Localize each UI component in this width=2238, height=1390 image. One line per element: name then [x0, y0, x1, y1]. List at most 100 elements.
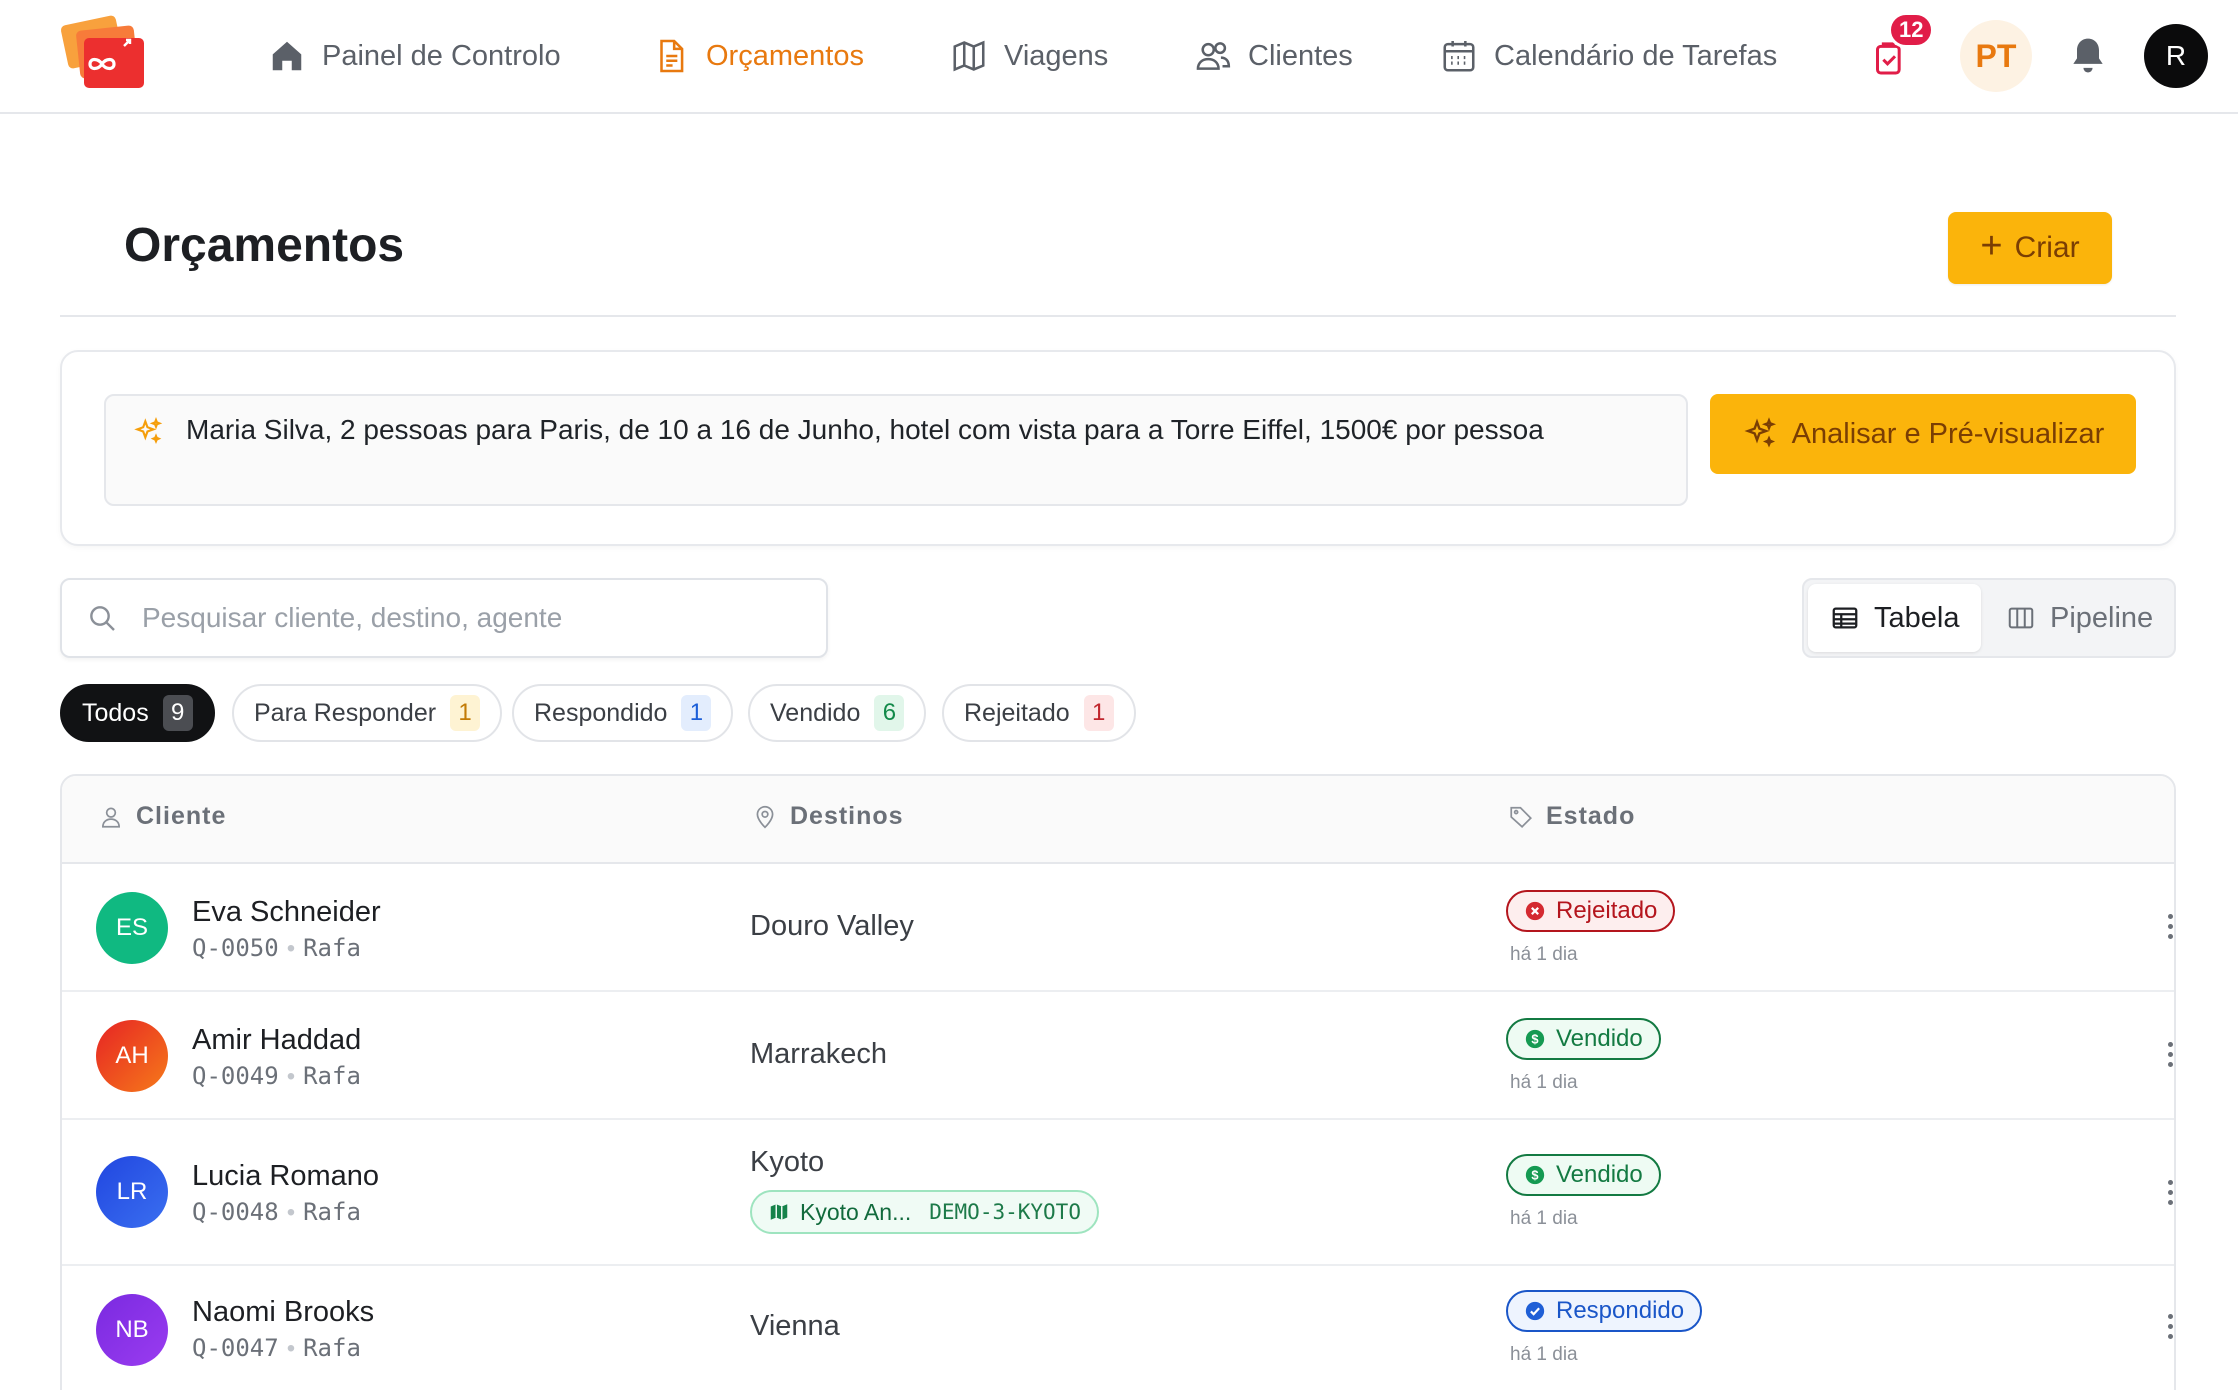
trip-label: Kyoto An... — [800, 1198, 912, 1225]
table-row[interactable]: AH Amir Haddad Q-0049 • Rafa Marrakech $ V… — [62, 992, 2174, 1120]
quote-meta: Q-0047 • Rafa — [192, 1334, 361, 1362]
analyze-preview-button[interactable]: Analisar e Pré-visualizar — [1710, 394, 2136, 474]
filter-vendido[interactable]: Vendido 6 — [748, 684, 927, 742]
create-button-label: Criar — [2014, 231, 2080, 264]
quotes-table: Cliente Destinos Estado ES Eva Schneider… — [60, 774, 2176, 1390]
agent-name: Rafa — [303, 1062, 361, 1090]
client-name[interactable]: Eva Schneider — [192, 896, 381, 929]
trip-code: DEMO-3-KYOTO — [929, 1200, 1081, 1224]
nav-painel-de-controlo[interactable]: Painel de Controlo — [268, 30, 561, 82]
header-divider — [60, 315, 2176, 317]
tasks-count-badge: 12 — [1888, 12, 1935, 48]
quote-code: Q-0047 — [192, 1334, 279, 1362]
destination: Vienna — [750, 1310, 840, 1342]
agent-name: Rafa — [303, 1334, 361, 1362]
quote-code: Q-0048 — [192, 1198, 279, 1226]
filter-rejeitado[interactable]: Rejeitado 1 — [942, 684, 1136, 742]
search-icon — [90, 606, 115, 631]
status-label: Vendido — [1556, 1161, 1643, 1188]
linked-trip-chip[interactable]: Kyoto An... DEMO-3-KYOTO — [750, 1190, 1099, 1234]
nav-viagens[interactable]: Viagens — [950, 30, 1108, 82]
plus-icon: + — [1980, 225, 2003, 267]
column-header-label: Estado — [1546, 802, 1636, 830]
destination: Douro Valley — [750, 910, 914, 942]
filter-label: Rejeitado — [964, 698, 1070, 727]
check-circle-icon — [1525, 1301, 1545, 1321]
top-navigation-bar: Painel de Controlo Orçamentos Viagens Cl… — [0, 0, 2238, 114]
filter-count: 6 — [874, 695, 905, 731]
client-name[interactable]: Naomi Brooks — [192, 1296, 374, 1329]
filter-count: 1 — [450, 695, 481, 731]
view-pipeline-label: Pipeline — [2050, 601, 2154, 634]
sparkles-icon — [1744, 417, 1776, 448]
svg-text:$: $ — [1531, 1168, 1538, 1183]
view-pipeline-button[interactable]: Pipeline — [1984, 584, 2175, 652]
client-name[interactable]: Amir Haddad — [192, 1024, 361, 1057]
column-header-label: Cliente — [136, 802, 227, 830]
search-input[interactable] — [142, 580, 802, 656]
status-label: Rejeitado — [1556, 897, 1658, 924]
row-more-menu-icon[interactable] — [2158, 1170, 2174, 1214]
column-header-client[interactable]: Cliente — [98, 802, 226, 831]
table-icon — [1832, 607, 1858, 629]
status-badge: $ Vendido — [1506, 1018, 1661, 1060]
filter-count: 1 — [1083, 695, 1114, 731]
row-more-menu-icon[interactable] — [2158, 1032, 2174, 1076]
sparkles-icon — [134, 417, 163, 445]
quote-meta: Q-0048 • Rafa — [192, 1198, 361, 1226]
destination: Marrakech — [750, 1038, 887, 1070]
status-time: há 1 dia — [1510, 1344, 1578, 1365]
filter-count: 9 — [162, 695, 193, 731]
status-time: há 1 dia — [1510, 1208, 1578, 1229]
filter-para-responder[interactable]: Para Responder 1 — [232, 684, 503, 742]
destination: Kyoto — [750, 1146, 825, 1178]
dollar-circle-icon: $ — [1525, 1029, 1545, 1049]
user-avatar[interactable]: R — [2144, 24, 2208, 88]
status-time: há 1 dia — [1510, 1072, 1578, 1093]
ai-prompt-input[interactable]: Maria Silva, 2 pessoas para Paris, de 10… — [104, 394, 1688, 506]
filter-count: 1 — [681, 695, 712, 731]
column-header-status[interactable]: Estado — [1508, 802, 1635, 831]
ai-prompt-text: Maria Silva, 2 pessoas para Paris, de 10… — [186, 414, 1544, 445]
view-table-button[interactable]: Tabela — [1808, 584, 1982, 652]
language-switcher[interactable]: PT — [1960, 20, 2032, 92]
table-row[interactable]: LR Lucia Romano Q-0048 • Rafa Kyoto Kyoto … — [62, 1120, 2174, 1266]
columns-icon — [2008, 607, 2034, 629]
quote-code: Q-0050 — [192, 934, 279, 962]
nav-label: Clientes — [1248, 39, 1353, 72]
row-more-menu-icon[interactable] — [2158, 904, 2174, 948]
bell-icon — [2073, 38, 2103, 73]
users-icon — [1196, 42, 1231, 70]
status-time: há 1 dia — [1510, 944, 1578, 965]
ai-quote-card: Maria Silva, 2 pessoas para Paris, de 10… — [60, 350, 2176, 546]
table-row[interactable]: ES Eva Schneider Q-0050 • Rafa Douro Valle… — [62, 864, 2174, 992]
analyze-button-label: Analisar e Pré-visualizar — [1791, 417, 2105, 450]
agent-name: Rafa — [303, 934, 361, 962]
agent-name: Rafa — [303, 1198, 361, 1226]
filter-respondido[interactable]: Respondido 1 — [512, 684, 734, 742]
nav-clientes[interactable]: Clientes — [1194, 30, 1353, 82]
filter-label: Todos — [82, 698, 149, 727]
filter-todos[interactable]: Todos 9 — [60, 684, 215, 742]
quote-code: Q-0049 — [192, 1062, 279, 1090]
nav-label: Painel de Controlo — [322, 39, 561, 72]
app-logo[interactable] — [58, 14, 154, 94]
notifications-button[interactable] — [2066, 34, 2110, 78]
map-icon — [770, 1204, 788, 1220]
tag-icon — [1510, 806, 1532, 828]
create-quote-button[interactable]: + Criar — [1948, 212, 2112, 284]
client-avatar: ES — [96, 892, 168, 964]
dollar-circle-icon: $ — [1525, 1165, 1545, 1185]
status-badge: $ Vendido — [1506, 1154, 1661, 1196]
column-header-destinations[interactable]: Destinos — [752, 802, 904, 831]
view-table-label: Tabela — [1874, 601, 1960, 634]
filter-label: Respondido — [534, 698, 668, 727]
table-row[interactable]: NB Naomi Brooks Q-0047 • Rafa Vienna Respo… — [62, 1266, 2174, 1390]
svg-text:$: $ — [1531, 1032, 1538, 1047]
client-name[interactable]: Lucia Romano — [192, 1160, 379, 1193]
row-more-menu-icon[interactable] — [2158, 1304, 2174, 1348]
page-title: Orçamentos — [124, 219, 405, 272]
nav-calendario-de-tarefas[interactable]: Calendário de Tarefas — [1440, 30, 1777, 82]
nav-orcamentos[interactable]: Orçamentos — [652, 30, 864, 82]
status-badge: Rejeitado — [1506, 890, 1676, 932]
